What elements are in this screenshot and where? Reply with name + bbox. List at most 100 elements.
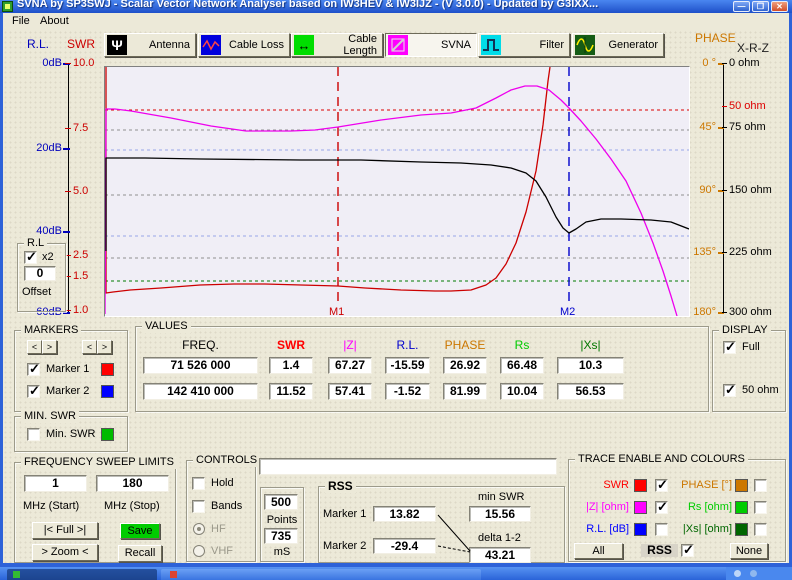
trace-xs-checkbox[interactable]	[754, 523, 767, 536]
display-panel: DISPLAY Full 50 ohm	[712, 330, 786, 412]
save-button[interactable]: Save	[120, 523, 160, 539]
taskbar-button-2[interactable]	[161, 569, 481, 580]
m1-freq-value[interactable]: 71 526 000	[143, 357, 258, 374]
m2-phase-value[interactable]: 81.99	[443, 383, 487, 400]
system-tray[interactable]	[726, 567, 792, 580]
rss-marker2-field[interactable]: -29.4	[373, 538, 436, 554]
stop-freq-field[interactable]: 180	[96, 475, 169, 492]
toolbar-button-filter[interactable]: Filter	[478, 33, 570, 57]
rss-connector-lines	[436, 506, 472, 556]
m2-z-value[interactable]: 57.41	[328, 383, 372, 400]
marker2-next-button[interactable]: >	[97, 340, 112, 354]
m1-rs-value[interactable]: 66.48	[500, 357, 544, 374]
trace-phase-checkbox[interactable]	[754, 479, 767, 492]
trace-z-label: |Z| [ohm]	[571, 501, 629, 514]
points-label: Points	[264, 514, 300, 527]
marker1-label: Marker 1	[46, 363, 89, 376]
tray-icon-1[interactable]	[734, 570, 741, 577]
none-traces-button[interactable]: None	[730, 543, 768, 559]
m2-swr-value[interactable]: 11.52	[269, 383, 313, 400]
m1-z-value[interactable]: 67.27	[328, 357, 372, 374]
toolbar-button-antenna[interactable]: Ψ Antenna	[104, 33, 196, 57]
m2-xs-value[interactable]: 56.53	[557, 383, 624, 400]
trace-enable-title: TRACE ENABLE AND COLOURS	[575, 453, 748, 466]
marker2-colour-swatch[interactable]	[101, 385, 114, 398]
rss-panel-title: RSS	[325, 480, 356, 493]
marker1-colour-swatch[interactable]	[101, 363, 114, 376]
title-bar[interactable]: SVNA by SP3SWJ - Scalar Vector Network A…	[0, 0, 792, 13]
marker1-next-button[interactable]: >	[42, 340, 57, 354]
marker1-checkbox[interactable]	[27, 363, 40, 376]
toolbar-label-cable-length: Cable Length	[318, 33, 377, 57]
toolbar-button-cable-loss[interactable]: Cable Loss	[198, 33, 290, 57]
rl-offset-field[interactable]: 0	[24, 266, 56, 281]
min-swr-panel: MIN. SWR Min. SWR	[14, 416, 128, 452]
frequency-sweep-panel: FREQUENCY SWEEP LIMITS 1 180 MHz (Start)…	[14, 462, 176, 563]
m2-rs-value[interactable]: 10.04	[500, 383, 544, 400]
m1-swr-value[interactable]: 1.4	[269, 357, 313, 374]
trace-rs-swatch[interactable]	[735, 501, 748, 514]
start-freq-field[interactable]: 1	[24, 475, 87, 492]
fifty-ohm-checkbox[interactable]	[723, 384, 736, 397]
full-checkbox[interactable]	[723, 341, 736, 354]
x2-checkbox[interactable]	[24, 251, 37, 264]
hf-label: HF	[211, 523, 226, 536]
app-icon	[2, 1, 13, 12]
marker2-prev-button[interactable]: <	[82, 340, 97, 354]
trace-swr-checkbox[interactable]	[655, 479, 668, 492]
recall-button[interactable]: Recall	[118, 545, 162, 562]
rss-marker1-field[interactable]: 13.82	[373, 506, 436, 522]
rl-offset-label: Offset	[22, 286, 51, 299]
toolbar-button-generator[interactable]: Generator	[572, 33, 664, 57]
m2-rl-value[interactable]: -1.52	[385, 383, 430, 400]
cable-length-icon: ↔	[294, 35, 314, 55]
sweep-chart[interactable]: M1M2	[104, 66, 690, 317]
toolbar-button-svna[interactable]: SVNA	[385, 33, 477, 57]
rss-panel: RSS Marker 1 13.82 min SWR 15.56 Marker …	[318, 486, 565, 563]
taskbar-button-active[interactable]	[7, 569, 157, 580]
command-field[interactable]	[259, 458, 557, 475]
vhf-radio[interactable]	[193, 545, 205, 557]
header-swr: SWR	[269, 339, 313, 352]
tray-icon-2[interactable]	[750, 570, 757, 577]
trace-rs-checkbox[interactable]	[754, 501, 767, 514]
rss-delta-field[interactable]: 43.21	[469, 547, 531, 563]
min-swr-checkbox[interactable]	[27, 428, 40, 441]
full-span-button[interactable]: |< Full >|	[32, 522, 98, 539]
trace-phase-swatch[interactable]	[735, 479, 748, 492]
rss-trace-checkbox[interactable]	[681, 544, 694, 557]
zoom-span-button[interactable]: > Zoom <	[32, 544, 98, 561]
trace-swr-swatch[interactable]	[634, 479, 647, 492]
m1-rl-value[interactable]: -15.59	[385, 357, 430, 374]
taskbar-app2-icon	[170, 571, 177, 578]
min-swr-colour-swatch[interactable]	[101, 428, 114, 441]
trace-xs-swatch[interactable]	[735, 523, 748, 536]
marker2-label: Marker 2	[46, 385, 89, 398]
trace-swr-label: SWR	[571, 479, 629, 492]
m1-phase-value[interactable]: 26.92	[443, 357, 487, 374]
m2-freq-value[interactable]: 142 410 000	[143, 383, 258, 400]
points-value-field: 500	[264, 494, 298, 510]
all-traces-button[interactable]: All	[574, 543, 623, 559]
rl-offset-group: R.L x2 0 Offset	[17, 243, 66, 312]
rss-trace-label: RSS	[641, 544, 678, 557]
marker2-checkbox[interactable]	[27, 385, 40, 398]
toolbar-label-generator: Generator	[599, 39, 658, 51]
rss-min-swr-field[interactable]: 15.56	[469, 506, 531, 522]
marker1-prev-button[interactable]: <	[27, 340, 42, 354]
trace-z-checkbox[interactable]	[655, 501, 668, 514]
bands-label: Bands	[211, 500, 242, 513]
hold-checkbox[interactable]	[192, 477, 205, 490]
trace-rl-swatch[interactable]	[634, 523, 647, 536]
hf-radio[interactable]	[193, 523, 205, 535]
m1-xs-value[interactable]: 10.3	[557, 357, 624, 374]
rss-min-swr-label: min SWR	[478, 491, 524, 504]
bands-checkbox[interactable]	[192, 500, 205, 513]
taskbar	[0, 567, 792, 580]
svna-icon	[388, 35, 408, 55]
toolbar-button-cable-length[interactable]: ↔ Cable Length	[291, 33, 383, 57]
trace-rl-checkbox[interactable]	[655, 523, 668, 536]
min-swr-label: Min. SWR	[46, 428, 96, 441]
trace-z-swatch[interactable]	[634, 501, 647, 514]
header-z: |Z|	[328, 339, 372, 352]
